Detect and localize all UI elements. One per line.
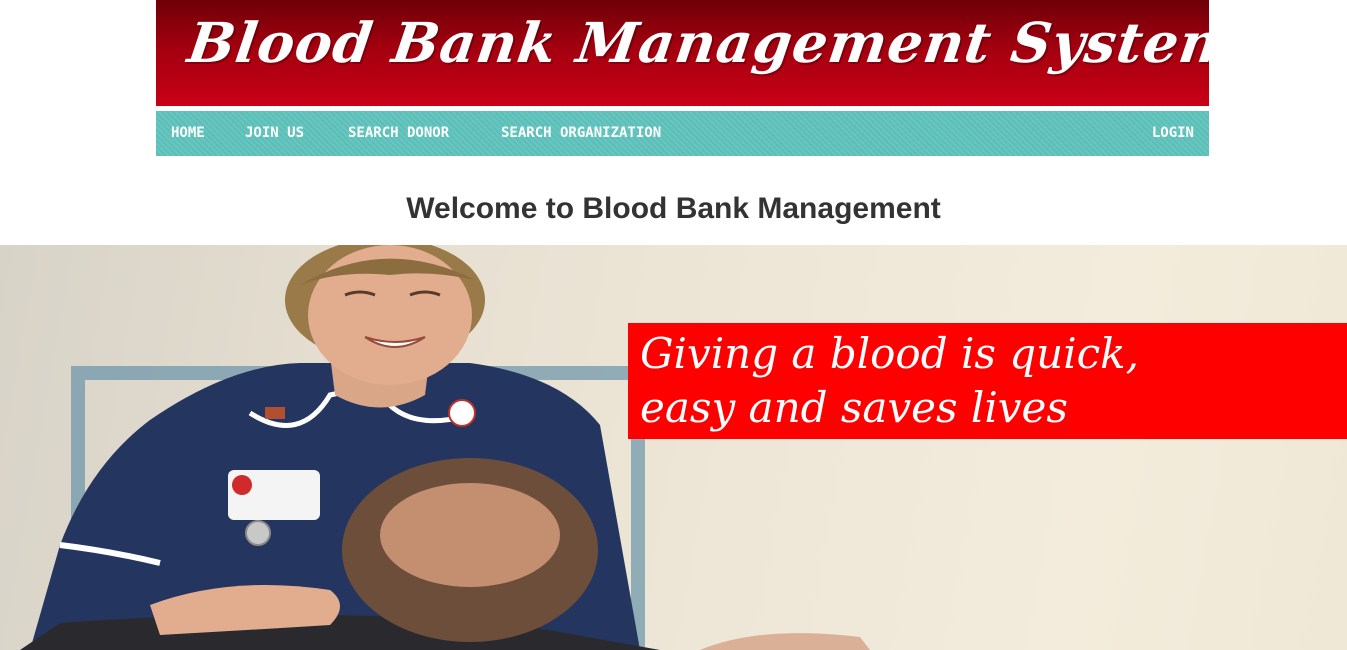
- hero-slogan-box: Giving a blood is quick, easy and saves …: [628, 323, 1347, 439]
- nav-join-us[interactable]: JOIN US: [245, 111, 304, 156]
- nav-search-organization[interactable]: SEARCH ORGANIZATION: [501, 111, 661, 156]
- nav-home[interactable]: HOME: [171, 111, 205, 156]
- site-banner: Blood Bank Management System: [156, 0, 1209, 106]
- hero-banner: Giving a blood is quick, easy and saves …: [0, 245, 1347, 650]
- nurse-with-blood-donor-photo: [20, 245, 870, 650]
- nav-login[interactable]: LOGIN: [1152, 111, 1194, 156]
- site-title: Blood Bank Management System: [184, 10, 1209, 75]
- welcome-heading: Welcome to Blood Bank Management: [406, 192, 941, 226]
- hero-slogan-line-2: easy and saves lives: [640, 383, 1068, 432]
- hero-slogan-line-1: Giving a blood is quick,: [640, 329, 1139, 378]
- main-navbar: HOME JOIN US SEARCH DONOR SEARCH ORGANIZ…: [156, 111, 1209, 156]
- nav-search-donor[interactable]: SEARCH DONOR: [348, 111, 449, 156]
